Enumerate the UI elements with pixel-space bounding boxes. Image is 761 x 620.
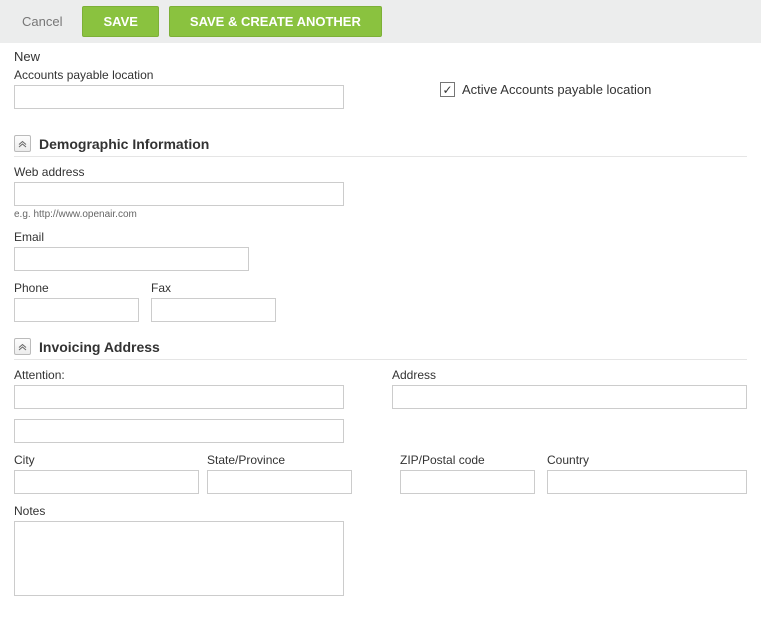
toolbar: Cancel SAVE SAVE & CREATE ANOTHER bbox=[0, 0, 761, 43]
address-input[interactable] bbox=[392, 385, 747, 409]
address-label: Address bbox=[392, 368, 747, 382]
notes-group: Notes bbox=[14, 504, 747, 596]
fax-label: Fax bbox=[151, 281, 276, 295]
address-group: Address bbox=[392, 368, 747, 409]
attention2-input[interactable] bbox=[14, 419, 344, 443]
form-content: New Accounts payable location ✓ Active A… bbox=[0, 43, 761, 620]
web-address-label: Web address bbox=[14, 165, 747, 179]
web-address-hint: e.g. http://www.openair.com bbox=[14, 209, 747, 220]
notes-label: Notes bbox=[14, 504, 747, 518]
accounts-payable-location-input[interactable] bbox=[14, 85, 344, 109]
country-input[interactable] bbox=[547, 470, 747, 494]
accounts-payable-location-label: Accounts payable location bbox=[14, 68, 344, 82]
zip-input[interactable] bbox=[400, 470, 535, 494]
email-input[interactable] bbox=[14, 247, 249, 271]
demographic-section-header: Demographic Information bbox=[14, 135, 747, 157]
phone-input[interactable] bbox=[14, 298, 139, 322]
web-address-group: Web address e.g. http://www.openair.com bbox=[14, 165, 747, 220]
phone-label: Phone bbox=[14, 281, 139, 295]
attention-group: Attention: bbox=[14, 368, 344, 409]
state-input[interactable] bbox=[207, 470, 352, 494]
invoicing-section-header: Invoicing Address bbox=[14, 338, 747, 360]
zip-group: ZIP/Postal code bbox=[400, 453, 535, 494]
active-checkbox[interactable]: ✓ bbox=[440, 82, 455, 97]
invoicing-section-title: Invoicing Address bbox=[39, 339, 160, 355]
attention-label: Attention: bbox=[14, 368, 344, 382]
notes-textarea[interactable] bbox=[14, 521, 344, 596]
state-group: State/Province bbox=[207, 453, 352, 494]
attention-input[interactable] bbox=[14, 385, 344, 409]
active-checkbox-label: Active Accounts payable location bbox=[462, 82, 651, 97]
save-button[interactable]: SAVE bbox=[82, 6, 158, 37]
country-label: Country bbox=[547, 453, 747, 467]
country-group: Country bbox=[547, 453, 747, 494]
demographic-section-title: Demographic Information bbox=[39, 136, 209, 152]
cancel-button[interactable]: Cancel bbox=[12, 7, 72, 36]
collapse-icon[interactable] bbox=[14, 135, 31, 152]
city-input[interactable] bbox=[14, 470, 199, 494]
email-group: Email bbox=[14, 230, 747, 271]
fax-group: Fax bbox=[151, 281, 276, 322]
phone-group: Phone bbox=[14, 281, 139, 322]
web-address-input[interactable] bbox=[14, 182, 344, 206]
city-label: City bbox=[14, 453, 199, 467]
zip-label: ZIP/Postal code bbox=[400, 453, 535, 467]
fax-input[interactable] bbox=[151, 298, 276, 322]
state-label: State/Province bbox=[207, 453, 352, 467]
email-label: Email bbox=[14, 230, 747, 244]
active-checkbox-row: ✓ Active Accounts payable location bbox=[440, 82, 651, 97]
accounts-payable-location-group: Accounts payable location bbox=[14, 68, 344, 109]
page-title: New bbox=[14, 49, 747, 64]
collapse-icon[interactable] bbox=[14, 338, 31, 355]
save-create-another-button[interactable]: SAVE & CREATE ANOTHER bbox=[169, 6, 382, 37]
city-group: City bbox=[14, 453, 199, 494]
